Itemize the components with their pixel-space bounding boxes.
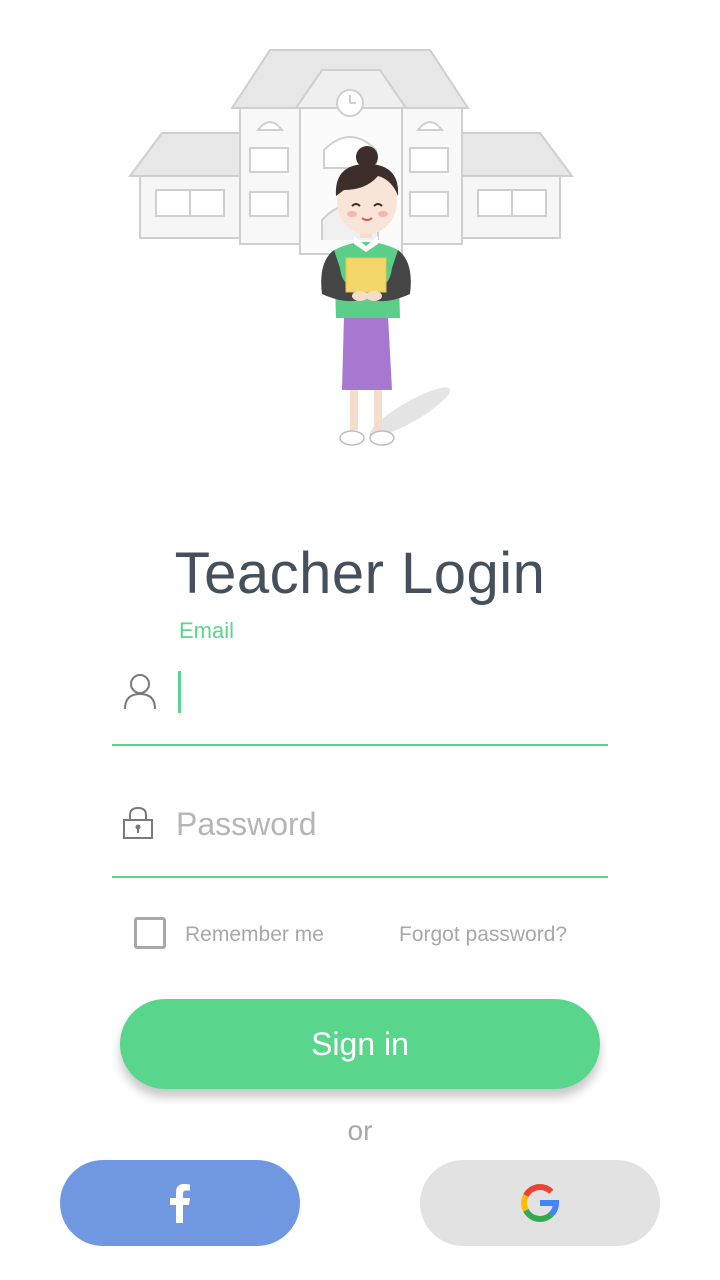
google-login-button[interactable]: [420, 1160, 660, 1246]
forgot-password-link[interactable]: Forgot password?: [399, 923, 567, 947]
password-underline: [112, 876, 608, 878]
email-underline: [112, 744, 608, 746]
email-label: Email: [179, 618, 235, 643]
facebook-login-button[interactable]: [60, 1160, 300, 1246]
sign-in-button[interactable]: Sign in: [120, 999, 600, 1089]
school-teacher-illustration: [128, 49, 574, 446]
google-icon: [521, 1184, 559, 1222]
page-title: Teacher Login: [174, 541, 546, 606]
facebook-icon: [170, 1184, 190, 1223]
email-field[interactable]: [178, 671, 181, 713]
or-divider: or: [347, 1115, 373, 1146]
remember-me-label[interactable]: Remember me: [185, 923, 324, 947]
lock-icon: [123, 806, 153, 839]
password-field[interactable]: [176, 800, 596, 848]
user-icon: [124, 674, 156, 710]
remember-me-checkbox[interactable]: [134, 917, 166, 949]
